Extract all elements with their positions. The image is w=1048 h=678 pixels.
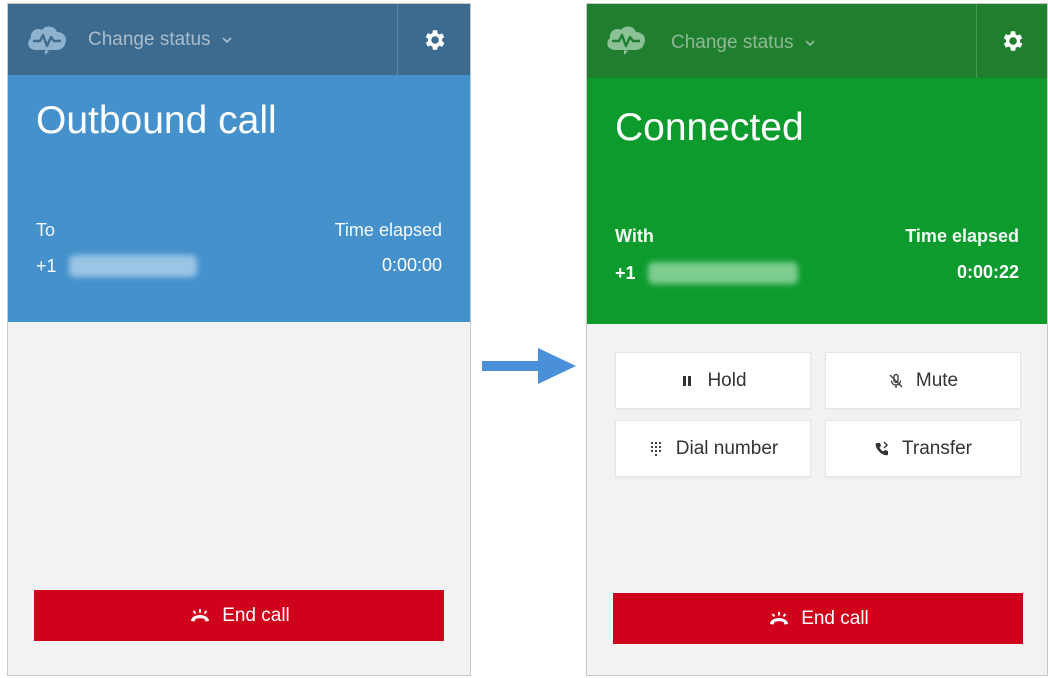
end-call-button[interactable]: End call xyxy=(613,593,1023,644)
change-status-button[interactable]: Change status xyxy=(671,31,816,55)
mute-label: Mute xyxy=(915,369,959,391)
end-call-label: End call xyxy=(801,607,869,629)
redacted-number xyxy=(647,262,798,284)
transition-arrow-icon xyxy=(482,348,576,384)
contact-label: To xyxy=(36,220,56,240)
transfer-icon xyxy=(875,441,888,455)
time-elapsed-value: 0:00:22 xyxy=(956,262,1019,282)
gear-icon xyxy=(1003,31,1023,51)
call-state-title: Connected xyxy=(615,106,804,149)
ccp-header: Change status xyxy=(8,4,470,75)
hang-up-icon xyxy=(191,608,210,621)
redacted-number xyxy=(68,255,197,277)
mute-button[interactable]: Mute xyxy=(825,352,1021,409)
chevron-down-icon xyxy=(221,37,232,44)
gear-icon xyxy=(425,29,445,50)
end-call-label: End call xyxy=(222,604,290,626)
dial-number-label: Dial number xyxy=(675,437,779,459)
phone-number: +1 xyxy=(36,255,197,277)
cloud-logo-icon xyxy=(607,26,646,55)
phone-number: +1 xyxy=(615,262,798,284)
time-elapsed-value: 0:00:00 xyxy=(381,255,442,275)
ccp-outbound-panel: Change status Outbound call To +1 Time e… xyxy=(7,3,471,676)
call-state-title: Outbound call xyxy=(36,99,277,142)
chevron-down-icon xyxy=(804,40,815,47)
mic-off-icon xyxy=(889,373,903,388)
call-state-area: Connected With +1 Time elapsed 0:00:22 xyxy=(587,78,1047,324)
ccp-header: Change status xyxy=(587,4,1047,78)
change-status-label: Change status xyxy=(88,29,211,50)
hold-button[interactable]: Hold xyxy=(615,352,811,409)
phone-number-prefix: +1 xyxy=(36,255,57,276)
settings-button[interactable] xyxy=(976,4,1047,78)
time-elapsed-label: Time elapsed xyxy=(905,226,1019,246)
phone-number-prefix: +1 xyxy=(615,262,636,283)
time-elapsed-label: Time elapsed xyxy=(334,220,442,240)
pause-icon xyxy=(683,375,692,386)
transfer-button[interactable]: Transfer xyxy=(825,420,1021,477)
ccp-connected-panel: Change status Connected With +1 Time ela… xyxy=(586,3,1048,676)
call-state-area: Outbound call To +1 Time elapsed 0:00:00 xyxy=(8,75,470,322)
change-status-button[interactable]: Change status xyxy=(88,28,233,52)
cloud-logo-icon xyxy=(28,26,67,55)
dial-number-button[interactable]: Dial number xyxy=(615,420,811,477)
change-status-label: Change status xyxy=(671,32,794,53)
hold-label: Hold xyxy=(707,369,747,391)
contact-label: With xyxy=(615,226,654,246)
end-call-button[interactable]: End call xyxy=(34,590,444,641)
settings-button[interactable] xyxy=(397,4,470,75)
hang-up-icon xyxy=(770,611,789,624)
keypad-icon xyxy=(650,441,661,456)
transfer-label: Transfer xyxy=(901,437,973,459)
